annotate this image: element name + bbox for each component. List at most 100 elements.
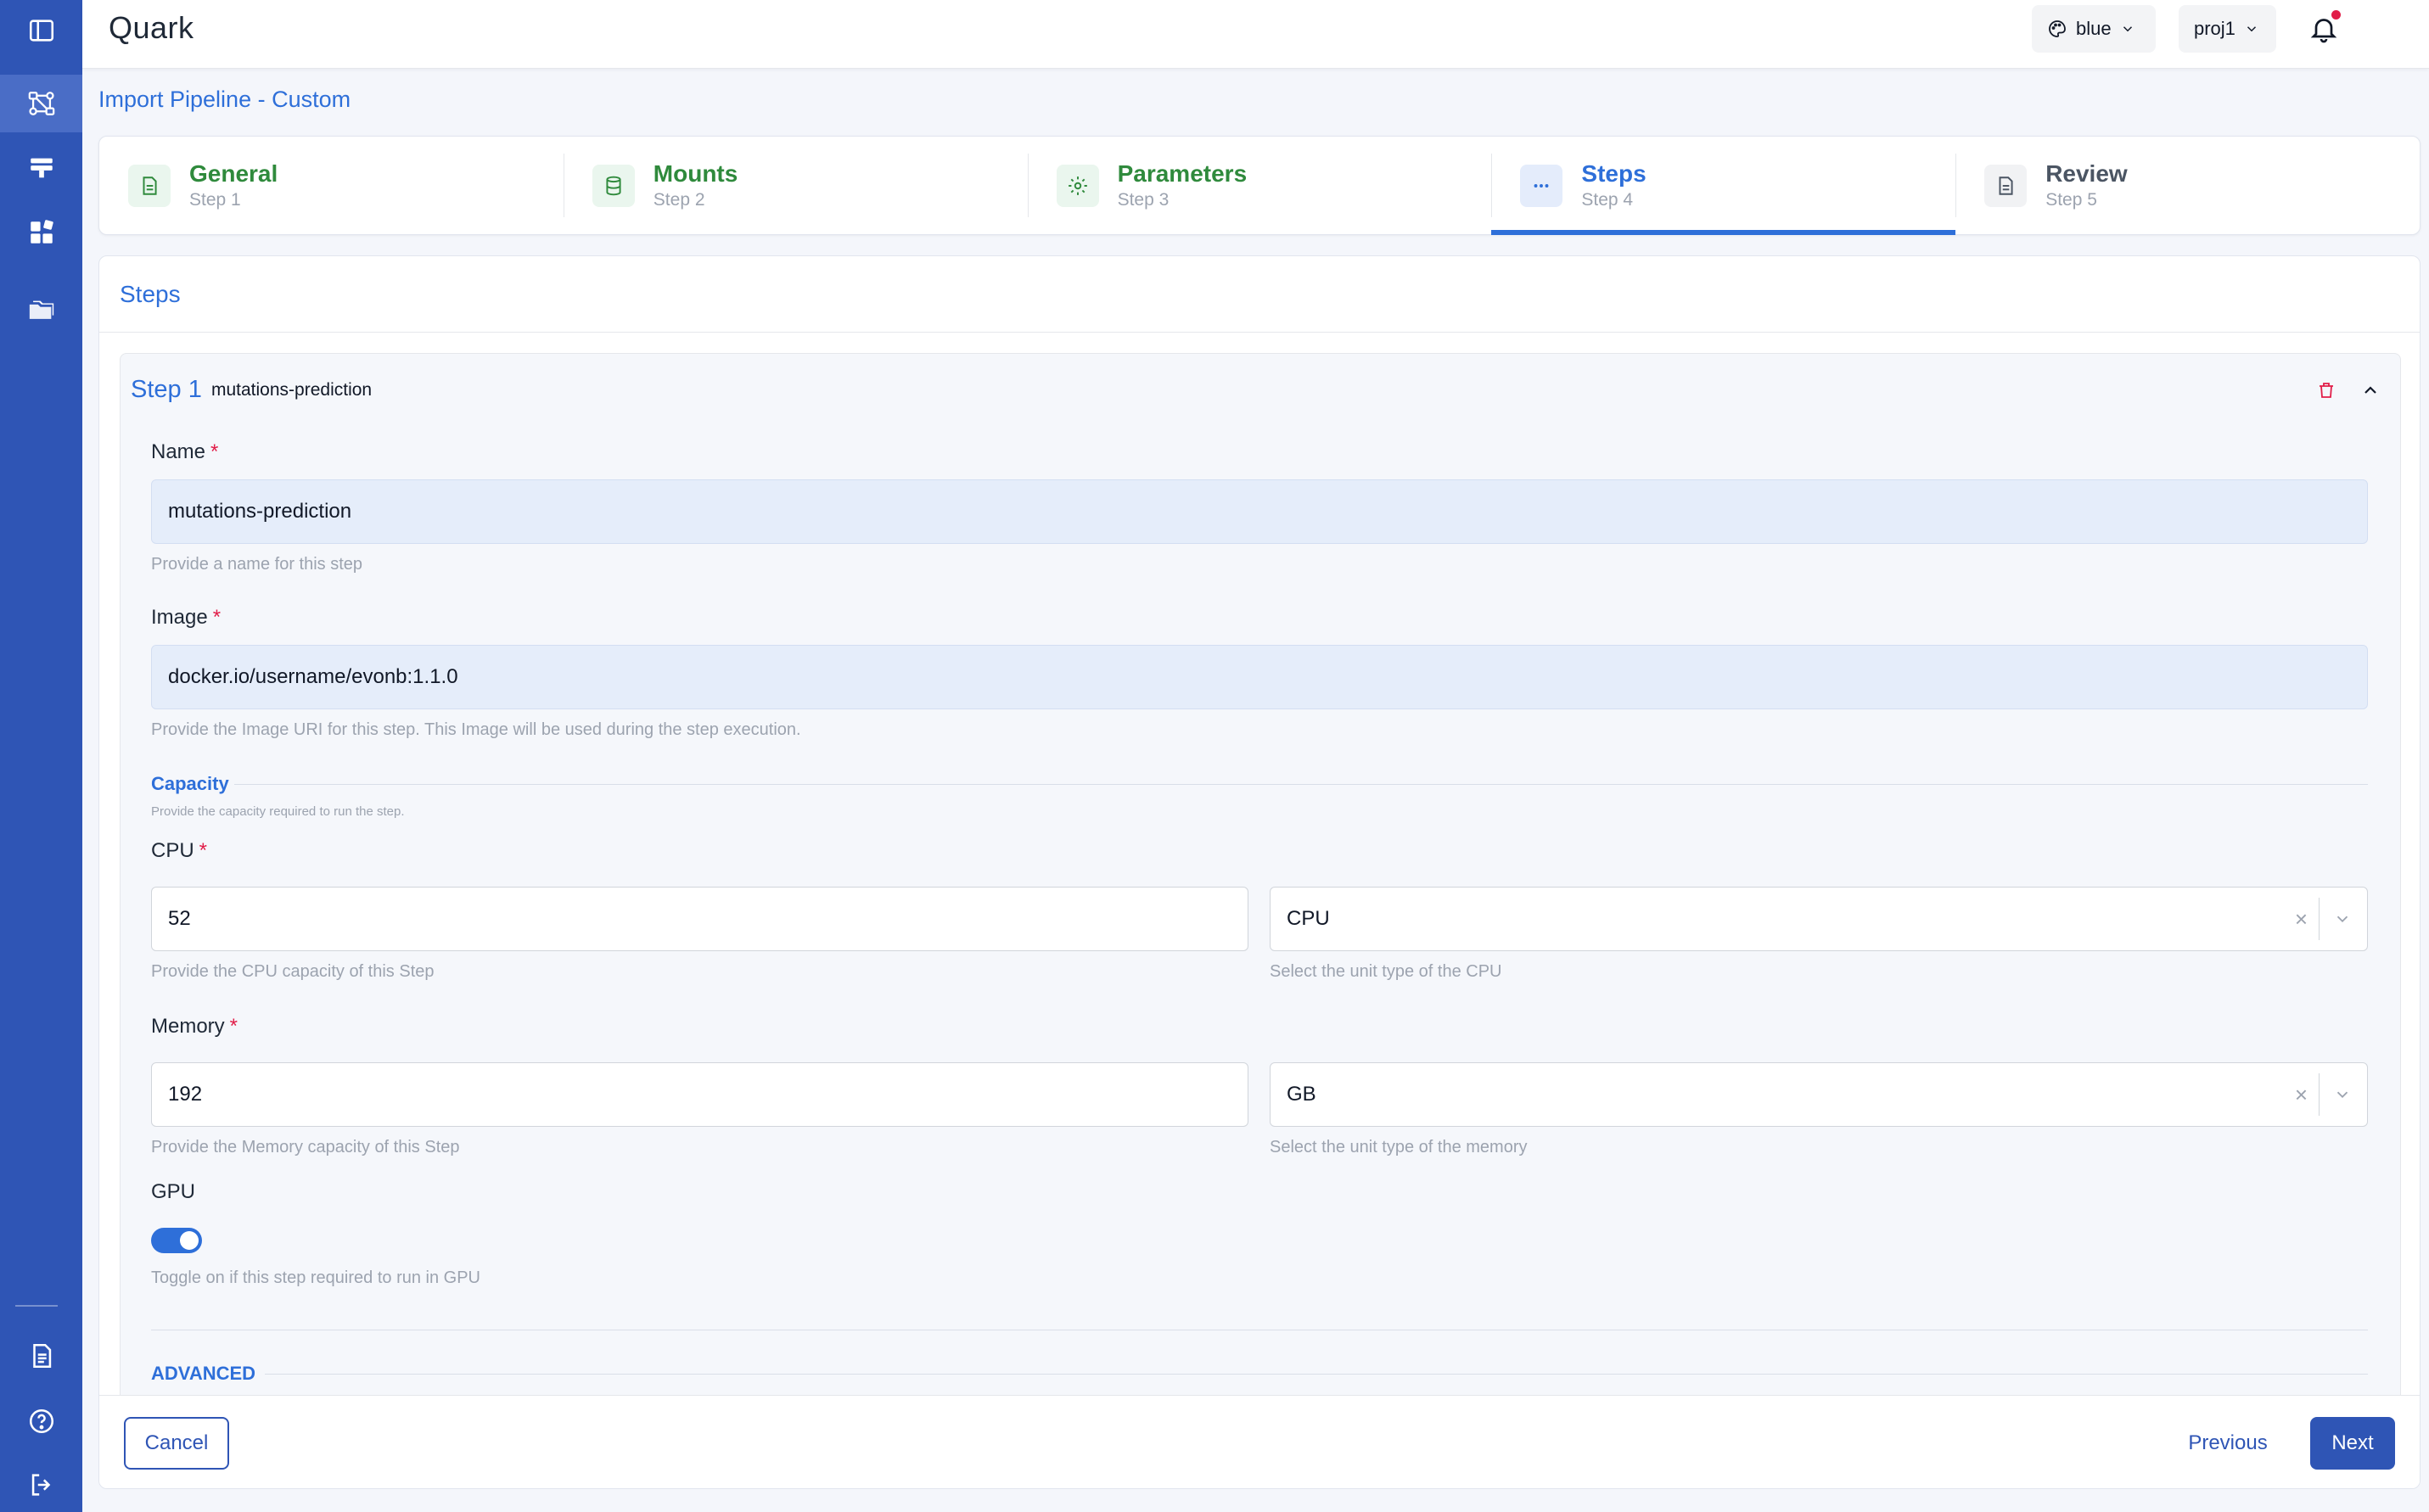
memory-input[interactable]: 192: [151, 1062, 1248, 1127]
sidebar-item-docs[interactable]: [0, 1327, 82, 1385]
notifications-button[interactable]: [2303, 8, 2344, 49]
page-title: Import Pipeline - Custom: [98, 87, 351, 112]
memory-label-text: Memory: [151, 1015, 225, 1038]
project-selector-label: proj1: [2194, 18, 2235, 39]
wizard-footer: Cancel Previous Next: [99, 1395, 2420, 1488]
capacity-help: Provide the capacity required to run the…: [151, 804, 405, 819]
capacity-divider: [234, 784, 2368, 785]
dots-icon: [1534, 183, 1549, 188]
memory-help: Provide the Memory capacity of this Step: [151, 1138, 460, 1156]
wizard-step-title: Review: [2045, 160, 2128, 187]
theme-selector-label: blue: [2076, 18, 2112, 39]
wizard-step-general[interactable]: General Step 1: [99, 137, 564, 234]
chevron-down-icon: [2247, 26, 2256, 32]
collapse-step-button[interactable]: [2358, 378, 2383, 403]
help-icon: [29, 1408, 53, 1434]
name-label-text: Name: [151, 440, 206, 463]
logout-icon: [31, 1474, 50, 1496]
cpu-label-text: CPU: [151, 839, 194, 862]
theme-selector[interactable]: blue: [2032, 5, 2156, 53]
sidebar-item-apps[interactable]: [0, 204, 82, 261]
gpu-field-label: GPU: [151, 1180, 196, 1203]
step-name-summary: mutations-prediction: [211, 380, 373, 400]
document-icon: [32, 1343, 51, 1369]
select-separator: [2319, 1073, 2320, 1116]
required-asterisk: *: [199, 839, 208, 862]
cpu-field-label: CPU *: [151, 839, 207, 863]
memory-unit-help: Select the unit type of the memory: [1270, 1138, 1528, 1156]
sidebar: [0, 0, 82, 1512]
file-icon: [1999, 176, 2013, 195]
cancel-button[interactable]: Cancel: [124, 1417, 229, 1470]
wizard-step-mounts[interactable]: Mounts Step 2: [563, 137, 1028, 234]
wizard-step-title: Steps: [1581, 160, 1646, 187]
clear-icon[interactable]: ×: [2295, 1063, 2308, 1126]
steps-panel-title: Steps: [99, 256, 2420, 333]
chevron-down-icon: [2336, 916, 2348, 923]
cpu-help: Provide the CPU capacity of this Step: [151, 962, 435, 981]
top-bar: Quark blue proj1: [82, 0, 2429, 69]
image-label-text: Image: [151, 606, 208, 629]
wizard-step-subtitle: Step 3: [1117, 189, 1170, 210]
memory-field-label: Memory *: [151, 1015, 238, 1039]
step-icon: [128, 164, 171, 207]
step-icon: [1056, 164, 1099, 207]
wizard-stepper: General Step 1 Mounts Step 2 Parameters …: [98, 136, 2421, 235]
wizard-step-review[interactable]: Review Step 5: [1955, 137, 2420, 234]
sidebar-item-files[interactable]: [0, 282, 82, 339]
file-icon: [143, 176, 157, 195]
memory-unit-select[interactable]: GB ×: [1270, 1062, 2368, 1127]
steps-panel: Steps Step 1 mutations-prediction Name * …: [98, 255, 2421, 1489]
wizard-step-parameters[interactable]: Parameters Step 3: [1027, 137, 1492, 234]
project-selector[interactable]: proj1: [2179, 5, 2276, 53]
wizard-step-subtitle: Step 1: [189, 189, 241, 210]
select-separator: [2319, 898, 2320, 940]
image-help: Provide the Image URI for this step. Thi…: [151, 720, 801, 739]
gpu-toggle[interactable]: [151, 1228, 202, 1253]
clear-icon[interactable]: ×: [2295, 888, 2308, 950]
gear-icon: [1068, 176, 1087, 195]
step-icon: [1984, 164, 2028, 207]
sidebar-divider: [15, 1305, 58, 1307]
folders-icon: [29, 300, 53, 319]
server-icon: [30, 158, 53, 178]
name-help: Provide a name for this step: [151, 555, 363, 574]
panel-toggle-icon: [29, 20, 53, 42]
chevron-down-icon: [2336, 1091, 2348, 1099]
cpu-unit-select[interactable]: CPU ×: [1270, 887, 2368, 951]
image-field-label: Image *: [151, 606, 221, 630]
wizard-step-title: General: [189, 160, 278, 187]
chevron-up-icon: [2364, 386, 2376, 394]
sidebar-item-help[interactable]: [0, 1392, 82, 1450]
next-button[interactable]: Next: [2310, 1417, 2395, 1470]
wizard-step-steps[interactable]: Steps Step 4: [1491, 137, 1955, 235]
pipeline-icon: [28, 92, 54, 115]
wizard-step-subtitle: Step 5: [2045, 189, 2097, 210]
delete-step-button[interactable]: [2314, 378, 2339, 403]
palette-icon: [2049, 20, 2066, 37]
step-icon: [1520, 164, 1563, 207]
database-icon: [606, 176, 621, 195]
trash-icon: [2320, 383, 2333, 398]
sidebar-toggle-button[interactable]: [0, 2, 82, 59]
wizard-step-subtitle: Step 4: [1581, 189, 1634, 210]
cpu-unit-dropdown-button[interactable]: [2328, 888, 2357, 950]
capacity-section-title: Capacity: [151, 773, 229, 794]
step-card: Step 1 mutations-prediction Name * mutati…: [120, 353, 2401, 1405]
sidebar-item-logout[interactable]: [0, 1456, 82, 1512]
cpu-input[interactable]: 52: [151, 887, 1248, 951]
chevron-down-icon: [2123, 26, 2132, 32]
toggle-knob: [180, 1231, 199, 1250]
required-asterisk: *: [210, 440, 219, 463]
previous-button[interactable]: Previous: [2177, 1417, 2279, 1470]
memory-unit-dropdown-button[interactable]: [2328, 1063, 2357, 1126]
app-title: Quark: [109, 10, 194, 45]
advanced-section-toggle[interactable]: ADVANCED: [151, 1363, 255, 1385]
image-input[interactable]: docker.io/username/evonb:1.1.0: [151, 645, 2368, 709]
sidebar-item-servers[interactable]: [0, 139, 82, 197]
step-card-header[interactable]: Step 1 mutations-prediction: [121, 354, 2400, 427]
name-input[interactable]: mutations-prediction: [151, 479, 2368, 544]
required-asterisk: *: [212, 606, 222, 629]
sidebar-item-pipelines[interactable]: [0, 75, 82, 132]
name-field-label: Name *: [151, 440, 218, 464]
